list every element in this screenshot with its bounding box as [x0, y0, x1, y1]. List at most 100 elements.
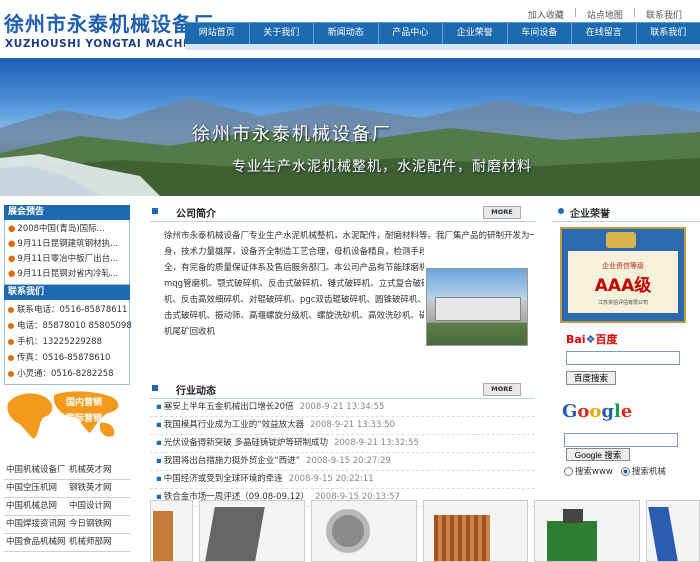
- bullet-icon: ▪: [156, 438, 162, 448]
- square-bullet-icon: [152, 208, 158, 214]
- friend-link[interactable]: 中国空压机网: [4, 480, 67, 497]
- radio-site[interactable]: [621, 467, 630, 476]
- product-thumb[interactable]: [199, 500, 305, 562]
- intro-line: 全，有完备的质量保证体系及售后服务部门。本公司产品有节能球磨机、: [154, 260, 424, 276]
- news-item[interactable]: ▪中国经济或受到全球环境的牵连2008-9-15 20:22:11: [150, 471, 535, 489]
- nav-message[interactable]: 在线留言: [572, 23, 637, 44]
- paw-icon: ❖: [586, 333, 596, 346]
- list-item[interactable]: ●9月11日昆钢对省内冷轧...: [8, 267, 126, 282]
- honor-header: 企业荣誉: [552, 203, 700, 222]
- left-column: 展会预告 ●2008中国(青岛)国际... ●9月11日昆钢建筑钢材执... ●…: [4, 205, 130, 445]
- friend-link[interactable]: 中国机械设备厂: [4, 462, 67, 479]
- google-search-button[interactable]: Google 搜索: [566, 448, 630, 461]
- bullet-icon: ●: [8, 239, 15, 249]
- intro-line: 徐州市永泰机械设备厂专业生产水泥机械整机，水泥配件，耐磨材料等。我厂集产品的研制…: [154, 228, 534, 244]
- intro-body: 徐州市永泰机械设备厂专业生产水泥机械整机，水泥配件，耐磨材料等。我厂集产品的研制…: [150, 228, 535, 368]
- expo-header: 展会预告: [4, 205, 130, 220]
- friend-link[interactable]: 机械英才网: [67, 462, 130, 479]
- link-row: 中国机械总网 中国设计网: [4, 498, 130, 516]
- main-content: 公司简介 MORE 徐州市永泰机械设备厂专业生产水泥机械整机，水泥配件，耐磨材料…: [150, 203, 535, 507]
- nav-contact[interactable]: 联系我们: [637, 23, 700, 44]
- nav-home[interactable]: 网站首页: [185, 23, 250, 44]
- industry-more-button[interactable]: MORE: [483, 383, 521, 396]
- search-scope-radios: 搜索www 搜索机械: [564, 465, 666, 477]
- contact-list: 联系电话：0516-85878611 电话：85878010 85805098 …: [4, 300, 130, 385]
- round-bullet-icon: [558, 208, 564, 214]
- mobile-icon: [8, 339, 14, 345]
- nav-underline: [185, 44, 700, 50]
- friend-link[interactable]: 中国焊接资讯网: [4, 516, 67, 533]
- intro-line: mqg管磨机、颚式破碎机、反击式破碎机、锤式破碎机、立式复合破碎: [154, 276, 424, 292]
- baidu-search-input[interactable]: [566, 351, 680, 365]
- bullet-icon: ●: [8, 224, 15, 234]
- friend-link[interactable]: 今日钢铁网: [67, 516, 130, 533]
- emblem-icon: [606, 232, 636, 248]
- news-item[interactable]: ▪我国将出台措施力挺外贸企业“西进”2008-9-15 20:27:29: [150, 453, 535, 471]
- contact-fax: 传真：0516-85878610: [8, 350, 126, 366]
- list-item[interactable]: ●9月11日零冶中板厂出台...: [8, 252, 126, 267]
- factory-photo[interactable]: [426, 268, 528, 346]
- factory-building: [435, 297, 521, 321]
- certificate-image[interactable]: 企业资信等级 AAA级 江苏资信评估有限公司: [560, 227, 686, 323]
- news-item[interactable]: ▪光伏设备得新突破 多晶硅铸锭炉等研制成功2008-9-21 13:32:55: [150, 435, 535, 453]
- map-label-domestic[interactable]: 国内营销: [66, 395, 102, 408]
- friend-link[interactable]: 中国食品机械网: [4, 534, 67, 551]
- certificate-body: 企业资信等级 AAA级 江苏资信评估有限公司: [568, 251, 678, 313]
- nav-news[interactable]: 新闻动态: [314, 23, 379, 44]
- contact-tel: 电话：85878010 85805098: [8, 318, 126, 334]
- product-thumb[interactable]: [423, 500, 529, 562]
- nav-honor[interactable]: 企业荣誉: [443, 23, 508, 44]
- google-logo: Google: [562, 401, 632, 422]
- friend-link[interactable]: 中国设计网: [67, 498, 130, 515]
- add-favorite-link[interactable]: 加入收藏: [518, 8, 574, 21]
- product-thumb[interactable]: [150, 500, 193, 562]
- product-thumb[interactable]: [534, 500, 640, 562]
- product-thumb[interactable]: [311, 500, 417, 562]
- fax-icon: [8, 355, 14, 361]
- cert-grade: AAA级: [568, 271, 678, 296]
- radio-www[interactable]: [564, 467, 573, 476]
- main-nav: 网站首页 关于我们 新闻动态 产品中心 企业荣誉 车间设备 在线留言 联系我们: [185, 22, 700, 45]
- bullet-icon: ▪: [156, 474, 162, 484]
- world-map[interactable]: 国内营销 国际营销: [4, 389, 130, 445]
- phone-icon: [8, 307, 14, 313]
- intro-more-button[interactable]: MORE: [483, 206, 521, 219]
- intro-line: 身，技术力量雄厚，设备齐全制造工艺合理，母机设备精良，检测手段齐: [154, 244, 424, 260]
- map-label-international[interactable]: 国际营销: [66, 411, 102, 424]
- friend-link[interactable]: 机械师部网: [67, 534, 130, 551]
- link-row: 中国机械设备厂 机械英才网: [4, 462, 130, 480]
- news-item[interactable]: ▪塞安上半年五金机械出口增长20倍2008-9-21 13:34:55: [150, 399, 535, 417]
- radio-www-label: 搜索www: [575, 467, 613, 477]
- nav-products[interactable]: 产品中心: [379, 23, 444, 44]
- intro-header: 公司简介 MORE: [150, 203, 535, 222]
- friend-links: 中国机械设备厂 机械英才网 中国空压机网 钢铁英才网 中国机械总网 中国设计网 …: [4, 462, 130, 552]
- intro-line: 机、反击高效细碎机、对辊破碎机、pgc双齿辊破碎机、圆锥破碎机、冲: [154, 292, 424, 308]
- news-item[interactable]: ▪我国模具行业成为工业的“效益放大器2008-9-21 13:33:50: [150, 417, 535, 435]
- list-item[interactable]: ●9月11日昆钢建筑钢材执...: [8, 237, 126, 252]
- nav-about[interactable]: 关于我们: [250, 23, 315, 44]
- product-strip: [150, 500, 700, 560]
- friend-link[interactable]: 钢铁英才网: [67, 480, 130, 497]
- banner-title: 徐州市永泰机械设备厂: [192, 120, 392, 146]
- link-row: 中国焊接资讯网 今日钢铁网: [4, 516, 130, 534]
- industry-header: 行业动态 MORE: [150, 380, 535, 399]
- top-links: 加入收藏 | 站点地图 | 联系我们: [518, 8, 692, 21]
- industry-title: 行业动态: [176, 382, 216, 397]
- bullet-icon: ▪: [156, 420, 162, 430]
- bullet-icon: ●: [8, 269, 15, 279]
- phone-icon: [8, 323, 14, 329]
- square-bullet-icon: [152, 385, 158, 391]
- nav-workshop[interactable]: 车间设备: [508, 23, 573, 44]
- google-search-input[interactable]: [564, 433, 678, 447]
- list-item[interactable]: ●2008中国(青岛)国际...: [8, 222, 126, 237]
- logo-title[interactable]: 徐州市永泰机械设备厂: [4, 8, 214, 37]
- product-thumb[interactable]: [646, 500, 700, 562]
- contact-mobile: 手机：13225229288: [8, 334, 126, 350]
- site-map-link[interactable]: 站点地图: [577, 8, 633, 21]
- banner-subtitle: 专业生产水泥机械整机，水泥配件，耐磨材料: [232, 156, 532, 176]
- baidu-search-button[interactable]: 百度搜索: [566, 371, 616, 385]
- banner: 徐州市永泰机械设备厂 专业生产水泥机械整机，水泥配件，耐磨材料: [0, 58, 700, 196]
- phone-icon: [8, 371, 14, 377]
- contact-link[interactable]: 联系我们: [636, 8, 692, 21]
- friend-link[interactable]: 中国机械总网: [4, 498, 67, 515]
